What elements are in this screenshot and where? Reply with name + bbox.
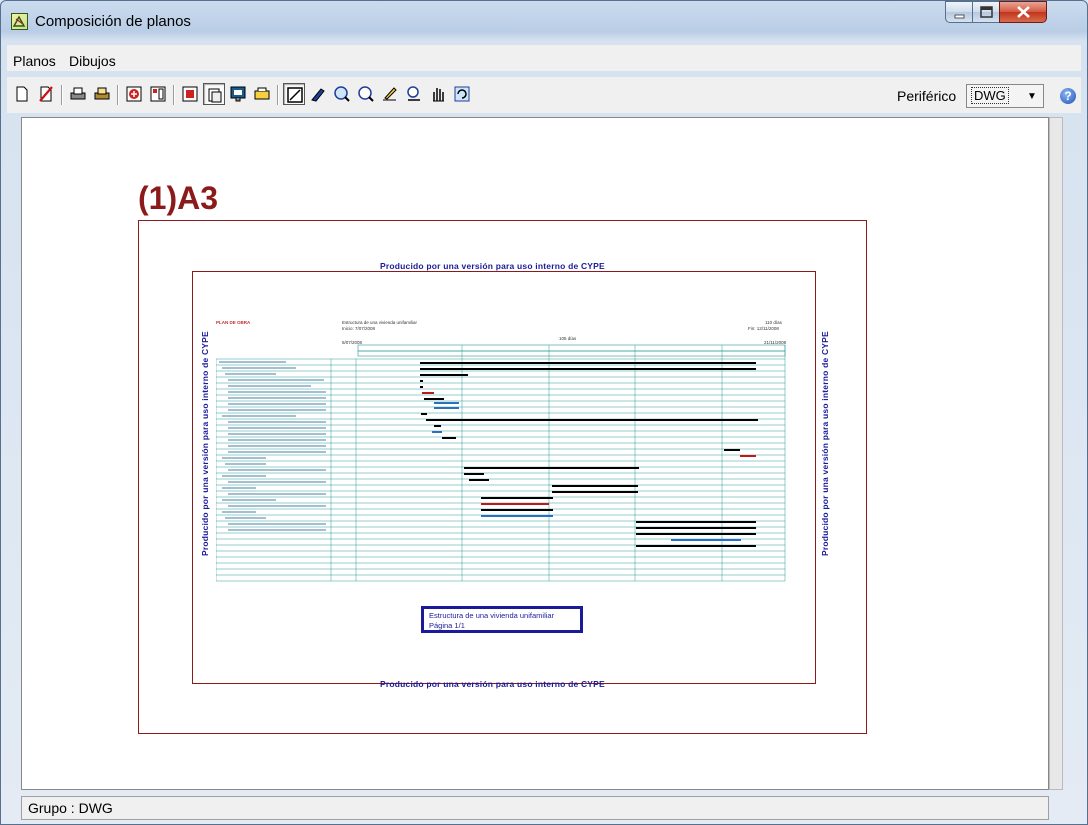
status-text: Grupo : DWG <box>28 800 113 816</box>
menu-bar: Planos Dibujos <box>7 45 1081 71</box>
zoom-window-icon <box>334 86 350 102</box>
edit-icon <box>311 88 325 102</box>
menu-dibujos[interactable]: Dibujos <box>69 53 116 69</box>
measure-button[interactable] <box>403 83 425 105</box>
close-button[interactable] <box>999 1 1047 23</box>
plan-layout-button[interactable] <box>147 83 169 105</box>
refresh-icon <box>454 86 470 102</box>
zoom-x2-button[interactable] <box>355 83 377 105</box>
watermark-top: Producido por una versión para uso inter… <box>380 261 605 271</box>
vertical-scrollbar[interactable] <box>1049 117 1063 790</box>
insert-drawing-button[interactable] <box>179 83 201 105</box>
refresh-button[interactable] <box>451 83 473 105</box>
plan-label: PLAN DE OBRA <box>216 320 251 325</box>
title-block-project: Estructura de una vivienda unifamiliar <box>429 611 555 620</box>
drawing-canvas[interactable]: (1)A3 Producido por una versión para uso… <box>21 117 1049 790</box>
window-title: Composición de planos <box>35 13 191 30</box>
watermark-bottom: Producido por una versión para uso inter… <box>380 679 605 689</box>
select-icon <box>287 87 303 103</box>
zoom-window-button[interactable] <box>331 83 353 105</box>
header-end: Fin: 12/11/2008 <box>748 326 779 331</box>
menu-planos[interactable]: Planos <box>13 53 56 69</box>
select-button[interactable] <box>283 83 305 105</box>
preview-icon <box>230 86 246 102</box>
peripheral-value: DWG <box>971 87 1009 104</box>
pan-button[interactable] <box>427 83 449 105</box>
help-icon[interactable]: ? <box>1060 88 1076 104</box>
export-icon <box>254 87 270 100</box>
print-setup-button[interactable] <box>91 83 113 105</box>
peripheral-select[interactable]: DWG ▼ <box>966 84 1044 108</box>
plan-layout-icon <box>150 86 166 102</box>
header-days: 110 días <box>765 320 782 325</box>
print-setup-icon <box>94 87 110 100</box>
title-block: Estructura de una vivienda unifamiliar P… <box>421 606 583 633</box>
delete-icon <box>39 86 53 102</box>
edit-button[interactable] <box>307 83 329 105</box>
zoom-x2-icon <box>358 86 374 102</box>
maximize-icon <box>980 6 993 18</box>
drawing-list-button[interactable] <box>203 83 225 105</box>
application-window: Composición de planos Planos Dibujos Per… <box>0 0 1088 825</box>
chevron-down-icon: ▼ <box>1027 91 1037 102</box>
maximize-button[interactable] <box>972 1 1000 23</box>
preview-button[interactable] <box>227 83 249 105</box>
new-icon <box>16 86 28 102</box>
export-button[interactable] <box>251 83 273 105</box>
title-block-page: Página 1/1 <box>429 621 465 630</box>
delete-button[interactable] <box>35 83 57 105</box>
title-bar[interactable]: Composición de planos <box>1 1 1087 41</box>
status-bar: Grupo : DWG <box>21 796 1049 820</box>
close-icon <box>1017 6 1030 18</box>
print-icon <box>70 87 86 100</box>
watermark-left: Producido por una versión para uso inter… <box>200 331 210 556</box>
minimize-button[interactable] <box>945 1 973 23</box>
peripheral-label: Periférico <box>897 88 957 104</box>
add-plan-icon <box>126 86 142 102</box>
header-start: Inicio: 7/07/2008 <box>342 326 376 331</box>
add-plan-button[interactable] <box>123 83 145 105</box>
print-button[interactable] <box>67 83 89 105</box>
draw-icon <box>383 87 397 101</box>
header-project: Estructura de una vivienda unifamiliar <box>342 320 418 325</box>
minimize-icon <box>954 14 965 19</box>
new-button[interactable] <box>11 83 33 105</box>
sheet-title: (1)A3 <box>138 180 219 216</box>
pan-hand-icon <box>433 88 444 102</box>
drawing-list-icon <box>208 88 222 103</box>
insert-drawing-icon <box>182 86 198 102</box>
draw-button[interactable] <box>379 83 401 105</box>
gantt-bars <box>420 362 758 547</box>
watermark-right: Producido por una versión para uso inter… <box>820 331 830 556</box>
measure-icon <box>407 86 420 101</box>
gantt-chart <box>216 344 786 582</box>
app-icon <box>11 13 28 30</box>
